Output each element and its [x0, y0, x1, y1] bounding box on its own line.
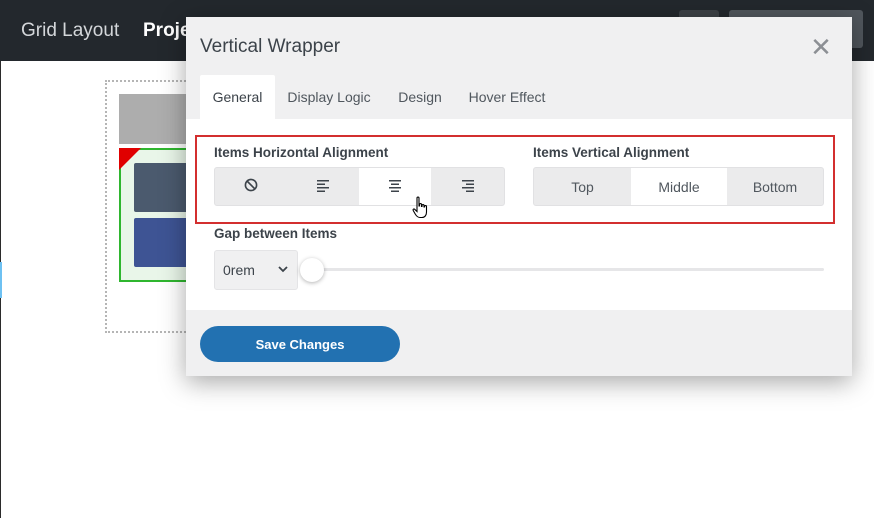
- gap-label: Gap between Items: [214, 226, 338, 241]
- tab-design[interactable]: Design: [391, 75, 449, 119]
- valign-bottom-option[interactable]: Bottom: [727, 168, 823, 205]
- vertical-alignment-control: Top Middle Bottom: [533, 167, 824, 206]
- align-center-icon: [388, 179, 402, 195]
- tab-display-logic[interactable]: Display Logic: [281, 75, 377, 119]
- settings-modal: Vertical Wrapper ✕ General Display Logic…: [186, 17, 852, 376]
- align-right-icon: [461, 179, 475, 195]
- align-right-option[interactable]: [431, 168, 504, 205]
- vertical-alignment-label: Items Vertical Alignment: [533, 145, 690, 160]
- gap-unit-select[interactable]: 0rem: [214, 250, 298, 290]
- valign-top-option[interactable]: Top: [534, 168, 631, 205]
- align-left-option[interactable]: [287, 168, 359, 205]
- gap-slider-handle[interactable]: [300, 258, 324, 282]
- modal-title: Vertical Wrapper: [200, 36, 341, 57]
- valign-middle-option[interactable]: Middle: [631, 168, 727, 205]
- tab-hover-effect[interactable]: Hover Effect: [464, 75, 550, 119]
- chevron-down-icon: [277, 262, 289, 278]
- project-title: Proje: [143, 20, 191, 41]
- align-none-option[interactable]: [215, 168, 287, 205]
- tab-general[interactable]: General: [200, 75, 275, 119]
- horizontal-alignment-control: [214, 167, 505, 206]
- gap-value: 0rem: [223, 262, 255, 278]
- general-panel: Items Horizontal Alignment Items Vertica…: [186, 119, 852, 310]
- close-icon[interactable]: ✕: [807, 33, 835, 61]
- layout-title: Grid Layout: [21, 20, 120, 41]
- horizontal-alignment-label: Items Horizontal Alignment: [214, 145, 389, 160]
- none-icon: [244, 178, 258, 195]
- left-indicator: [0, 262, 2, 298]
- align-left-icon: [316, 179, 330, 195]
- save-changes-button[interactable]: Save Changes: [200, 326, 400, 362]
- hand-cursor-icon: [412, 196, 430, 225]
- gap-slider-track[interactable]: [312, 268, 824, 271]
- tab-bar: General Display Logic Design Hover Effec…: [186, 75, 852, 119]
